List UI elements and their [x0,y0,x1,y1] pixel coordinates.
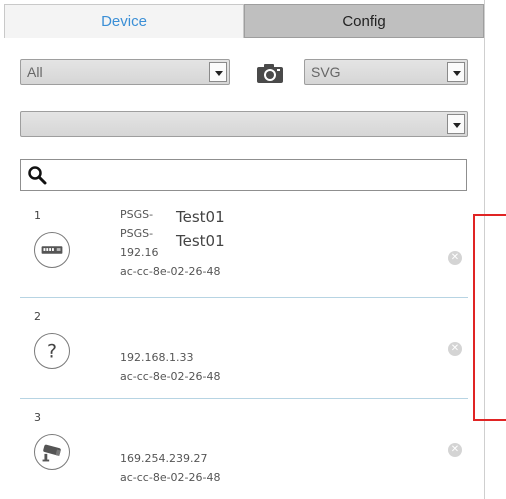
annotation-bracket [473,214,506,421]
device-ip: 169.254.239.27 [120,452,208,465]
list-item[interactable]: 2 ? 192.168.1.33 ac-cc-8e-02-26-48 ✕ [20,298,468,399]
device-index: 2 [34,310,41,323]
device-panel: Device Config All SVG 1 PSGS- PSGS- 192.… [0,0,485,499]
search-icon [28,166,47,185]
device-details: 192.168.1.33 ac-cc-8e-02-26-48 [120,348,221,386]
camera-icon[interactable] [256,62,284,84]
export-format-value: SVG [311,64,341,80]
group-select[interactable] [20,111,468,137]
export-format-select[interactable]: SVG [304,59,468,85]
device-index: 1 [34,209,41,222]
device-details: 169.254.239.27 ac-cc-8e-02-26-48 [120,449,221,487]
device-label-overlay: Test01 [176,230,281,252]
device-ip: 192.168.1.33 [120,351,194,364]
tab-device[interactable]: Device [4,4,244,38]
chevron-down-icon[interactable] [447,62,465,82]
search-input[interactable] [53,164,457,188]
tab-bar: Device Config [4,4,484,38]
list-item[interactable]: 3 169.254.239.27 ac-cc-8e-02-26-48 ✕ [20,399,468,499]
device-type-select[interactable]: All [20,59,230,85]
tab-config[interactable]: Config [244,4,484,38]
chevron-down-icon[interactable] [209,62,227,82]
close-icon[interactable]: ✕ [448,251,462,265]
search-box[interactable] [20,159,467,191]
camera-device-icon [34,434,70,470]
svg-text:?: ? [47,341,57,363]
device-mac: ac-cc-8e-02-26-48 [120,265,221,278]
switch-icon [34,232,70,268]
chevron-down-icon[interactable] [447,114,465,134]
close-icon[interactable]: ✕ [448,342,462,356]
unknown-device-icon: ? [34,333,70,369]
device-type-value: All [27,64,43,80]
device-label-overlay: Test01 [176,206,281,228]
device-mac: ac-cc-8e-02-26-48 [120,471,221,484]
list-item[interactable]: 1 PSGS- PSGS- 192.16 ac-cc-8e-02-26-48 T… [20,197,468,298]
device-list: 1 PSGS- PSGS- 192.16 ac-cc-8e-02-26-48 T… [20,197,468,499]
device-index: 3 [34,411,41,424]
close-icon[interactable]: ✕ [448,443,462,457]
device-mac: ac-cc-8e-02-26-48 [120,370,221,383]
